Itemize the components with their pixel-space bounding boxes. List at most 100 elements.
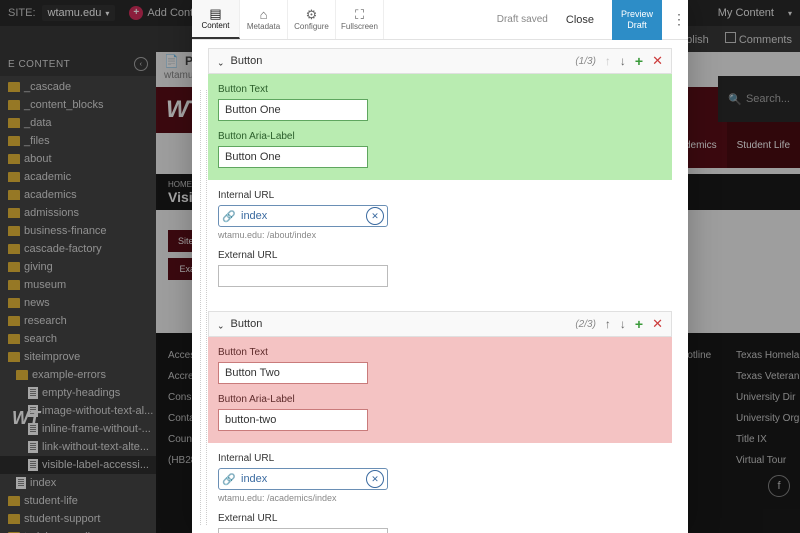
- page-icon: [28, 387, 38, 399]
- internal-url-label: Internal URL: [218, 453, 662, 464]
- folder-icon: [8, 208, 20, 218]
- footer-link[interactable]: Virtual Tour: [736, 450, 799, 471]
- gear-icon: ⚙: [306, 8, 318, 22]
- folder-icon: [8, 136, 20, 146]
- tree-folder[interactable]: cascade-factory: [0, 240, 156, 258]
- tree-folder[interactable]: _files: [0, 132, 156, 150]
- remove-section-button[interactable]: ✕: [652, 316, 663, 332]
- collapse-sidebar-button[interactable]: ‹: [134, 57, 148, 71]
- internal-url-chooser[interactable]: 🔗index✕: [218, 205, 388, 227]
- button-text-input[interactable]: [218, 362, 368, 384]
- tree-page[interactable]: visible-label-accessi...: [0, 456, 156, 474]
- tree-item-label: inline-frame-without-...: [42, 423, 151, 435]
- external-url-input[interactable]: [218, 265, 388, 287]
- folder-icon: [8, 172, 20, 182]
- tree-item-label: research: [24, 315, 67, 327]
- tree-page[interactable]: index: [0, 474, 156, 492]
- move-down-button[interactable]: ↓: [620, 317, 626, 331]
- internal-url-label: Internal URL: [218, 190, 662, 201]
- tree-folder[interactable]: research: [0, 312, 156, 330]
- tab-fullscreen[interactable]: ⛶Fullscreen: [336, 0, 384, 39]
- tree-item-label: index: [30, 477, 56, 489]
- clear-url-button[interactable]: ✕: [366, 470, 384, 488]
- sidebar-title: E CONTENT: [8, 59, 70, 70]
- tab-configure[interactable]: ⚙Configure: [288, 0, 336, 39]
- folder-icon: [8, 316, 20, 326]
- folder-icon: [8, 190, 20, 200]
- site-selector[interactable]: wtamu.edu▾: [42, 5, 116, 21]
- internal-url-hint: wtamu.edu: /academics/index: [218, 493, 662, 503]
- tree-page[interactable]: empty-headings: [0, 384, 156, 402]
- tree-folder[interactable]: news: [0, 294, 156, 312]
- tree-page[interactable]: link-without-text-alte...: [0, 438, 156, 456]
- tree-folder[interactable]: example-errors: [0, 366, 156, 384]
- add-section-button[interactable]: +: [635, 53, 643, 69]
- footer-link[interactable]: University Dir: [736, 387, 799, 408]
- comments-button[interactable]: Comments: [725, 32, 792, 46]
- section-count: (2/3): [575, 319, 596, 330]
- sidebar-header: E CONTENT ‹: [0, 52, 156, 76]
- tree-folder[interactable]: about: [0, 150, 156, 168]
- tree-folder[interactable]: student-life: [0, 492, 156, 510]
- preview-draft-button[interactable]: PreviewDraft: [612, 0, 662, 40]
- tree-item-label: cascade-factory: [24, 243, 102, 255]
- tree-item-label: _data: [24, 117, 52, 129]
- remove-section-button[interactable]: ✕: [652, 53, 663, 69]
- my-content-link[interactable]: My Content: [718, 7, 774, 19]
- clear-url-button[interactable]: ✕: [366, 207, 384, 225]
- tree-folder[interactable]: business-finance: [0, 222, 156, 240]
- tree-folder[interactable]: giving: [0, 258, 156, 276]
- external-url-label: External URL: [218, 513, 662, 524]
- tab-content[interactable]: ▤Content: [192, 0, 240, 39]
- tree-folder[interactable]: _content_blocks: [0, 96, 156, 114]
- tree-folder[interactable]: _cascade: [0, 78, 156, 96]
- nav-studentlife[interactable]: Student Life: [727, 122, 800, 168]
- tree-folder[interactable]: academics: [0, 186, 156, 204]
- button-text-input[interactable]: [218, 99, 368, 121]
- tree-item-label: museum: [24, 279, 66, 291]
- tree-folder[interactable]: siteimprove: [0, 348, 156, 366]
- tree-item-label: admissions: [24, 207, 79, 219]
- folder-icon: [8, 280, 20, 290]
- aria-label-input[interactable]: [218, 146, 368, 168]
- site-search[interactable]: 🔍 Search...: [718, 76, 800, 122]
- chevron-up-icon: ⌃: [217, 319, 225, 330]
- move-up-button[interactable]: ↑: [605, 317, 611, 331]
- tree-folder[interactable]: academic: [0, 168, 156, 186]
- tree-folder[interactable]: museum: [0, 276, 156, 294]
- folder-icon: [8, 244, 20, 254]
- external-url-input[interactable]: [218, 528, 388, 533]
- site-tree-sidebar: E CONTENT ‹ _cascade _content_blocks _data…: [0, 52, 156, 533]
- move-down-button[interactable]: ↓: [620, 54, 626, 68]
- facebook-icon[interactable]: f: [768, 475, 790, 497]
- footer-link[interactable]: University Org: [736, 408, 799, 429]
- more-menu-button[interactable]: ⋮: [670, 11, 688, 28]
- link-icon: 🔗: [219, 210, 239, 223]
- tree-item-label: academics: [24, 189, 77, 201]
- folder-icon: [8, 334, 20, 344]
- tree-item-label: news: [24, 297, 50, 309]
- folder-icon: [8, 82, 20, 92]
- tab-metadata[interactable]: ⌂Metadata: [240, 0, 288, 39]
- section-title: Button: [231, 55, 263, 67]
- button-section-header[interactable]: ⌃Button(1/3)↑↓+✕: [208, 48, 672, 74]
- footer-link[interactable]: Texas Homela: [736, 345, 799, 366]
- page-icon: [28, 459, 38, 471]
- footer-link[interactable]: Title IX: [736, 429, 799, 450]
- aria-label-input[interactable]: [218, 409, 368, 431]
- edit-content-modal: ▤Content ⌂Metadata ⚙Configure ⛶Fullscree…: [192, 0, 688, 533]
- tree-folder[interactable]: training-sandbox: [0, 528, 156, 533]
- folder-icon: [8, 100, 20, 110]
- tree-item-label: _cascade: [24, 81, 71, 93]
- footer-link[interactable]: Texas Veteran: [736, 366, 799, 387]
- button-section-header[interactable]: ⌃Button(2/3)↑↓+✕: [208, 311, 672, 337]
- tree-folder[interactable]: student-support: [0, 510, 156, 528]
- tree-folder[interactable]: _data: [0, 114, 156, 132]
- internal-url-chooser[interactable]: 🔗index✕: [218, 468, 388, 490]
- add-section-button[interactable]: +: [635, 316, 643, 332]
- tree-folder[interactable]: admissions: [0, 204, 156, 222]
- tree-folder[interactable]: search: [0, 330, 156, 348]
- close-button[interactable]: Close: [556, 0, 604, 40]
- plus-icon: +: [129, 6, 143, 20]
- tree-item-label: _content_blocks: [24, 99, 104, 111]
